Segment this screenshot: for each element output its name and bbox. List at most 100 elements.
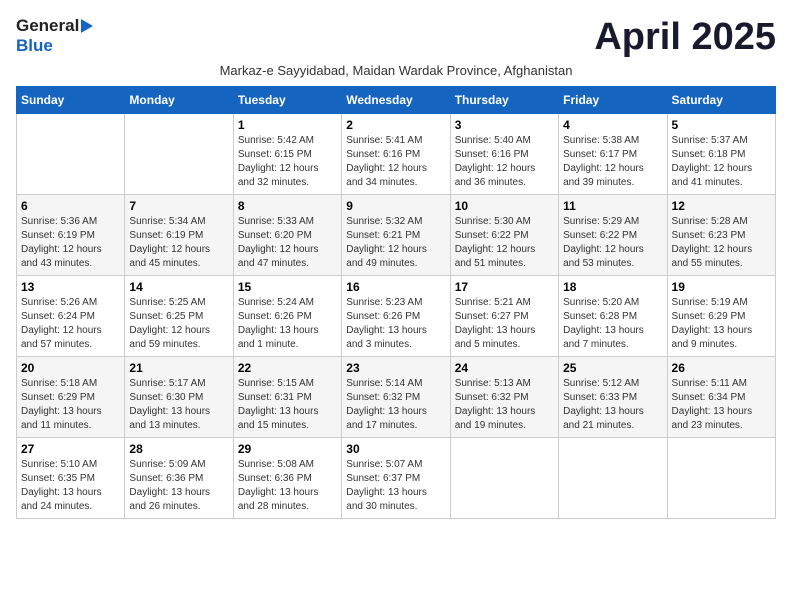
day-info: Sunrise: 5:32 AMSunset: 6:21 PMDaylight:…: [346, 215, 445, 271]
calendar-cell-w4-d1: 21 Sunrise: 5:17 AMSunset: 6:30 PMDayligh…: [125, 357, 233, 438]
header-saturday: Saturday: [667, 87, 775, 114]
day-number: 8: [238, 199, 337, 213]
header: General Blue April 2025: [16, 16, 776, 59]
day-number: 27: [21, 442, 120, 456]
day-info: Sunrise: 5:36 AMSunset: 6:19 PMDaylight:…: [21, 215, 120, 271]
day-number: 22: [238, 361, 337, 375]
day-info: Sunrise: 5:34 AMSunset: 6:19 PMDaylight:…: [129, 215, 228, 271]
day-info: Sunrise: 5:37 AMSunset: 6:18 PMDaylight:…: [672, 134, 771, 190]
day-number: 14: [129, 280, 228, 294]
calendar-cell-w5-d4: [450, 438, 558, 519]
page-container: General Blue April 2025 Markaz-e Sayyida…: [16, 16, 776, 519]
month-title: April 2025: [594, 16, 776, 59]
day-number: 21: [129, 361, 228, 375]
header-tuesday: Tuesday: [233, 87, 341, 114]
logo-general: General: [16, 16, 79, 36]
day-number: 30: [346, 442, 445, 456]
day-info: Sunrise: 5:12 AMSunset: 6:33 PMDaylight:…: [563, 377, 662, 433]
calendar-cell-w4-d2: 22 Sunrise: 5:15 AMSunset: 6:31 PMDayligh…: [233, 357, 341, 438]
calendar-week-3: 13Sunrise: 5:26 AMSunset: 6:24 PMDayligh…: [17, 276, 776, 357]
calendar-week-2: 6 Sunrise: 5:36 AMSunset: 6:19 PMDaylight…: [17, 195, 776, 276]
day-number: 25: [563, 361, 662, 375]
day-info: Sunrise: 5:33 AMSunset: 6:20 PMDaylight:…: [238, 215, 337, 271]
day-info: Sunrise: 5:38 AMSunset: 6:17 PMDaylight:…: [563, 134, 662, 190]
day-info: Sunrise: 5:13 AMSunset: 6:32 PMDaylight:…: [455, 377, 554, 433]
day-info: Sunrise: 5:26 AMSunset: 6:24 PMDaylight:…: [21, 296, 120, 352]
calendar-cell-w3-d3: 16Sunrise: 5:23 AMSunset: 6:26 PMDayligh…: [342, 276, 450, 357]
day-number: 1: [238, 118, 337, 132]
day-info: Sunrise: 5:08 AMSunset: 6:36 PMDaylight:…: [238, 458, 337, 514]
calendar-cell-w2-d3: 9 Sunrise: 5:32 AMSunset: 6:21 PMDaylight…: [342, 195, 450, 276]
calendar-cell-w1-d1: [125, 114, 233, 195]
day-number: 17: [455, 280, 554, 294]
location-subtitle: Markaz-e Sayyidabad, Maidan Wardak Provi…: [16, 63, 776, 78]
day-info: Sunrise: 5:41 AMSunset: 6:16 PMDaylight:…: [346, 134, 445, 190]
day-info: Sunrise: 5:18 AMSunset: 6:29 PMDaylight:…: [21, 377, 120, 433]
calendar-cell-w5-d6: [667, 438, 775, 519]
day-info: Sunrise: 5:20 AMSunset: 6:28 PMDaylight:…: [563, 296, 662, 352]
logo-icon: [81, 19, 93, 33]
calendar-cell-w5-d0: 27 Sunrise: 5:10 AMSunset: 6:35 PMDayligh…: [17, 438, 125, 519]
calendar-cell-w5-d5: [559, 438, 667, 519]
day-info: Sunrise: 5:24 AMSunset: 6:26 PMDaylight:…: [238, 296, 337, 352]
calendar-cell-w4-d4: 24 Sunrise: 5:13 AMSunset: 6:32 PMDayligh…: [450, 357, 558, 438]
calendar-cell-w4-d5: 25 Sunrise: 5:12 AMSunset: 6:33 PMDayligh…: [559, 357, 667, 438]
day-number: 15: [238, 280, 337, 294]
day-number: 20: [21, 361, 120, 375]
header-sunday: Sunday: [17, 87, 125, 114]
calendar-cell-w3-d4: 17 Sunrise: 5:21 AMSunset: 6:27 PMDayligh…: [450, 276, 558, 357]
day-info: Sunrise: 5:42 AMSunset: 6:15 PMDaylight:…: [238, 134, 337, 190]
calendar-cell-w4-d3: 23 Sunrise: 5:14 AMSunset: 6:32 PMDayligh…: [342, 357, 450, 438]
day-number: 23: [346, 361, 445, 375]
day-number: 7: [129, 199, 228, 213]
day-number: 16: [346, 280, 445, 294]
day-number: 2: [346, 118, 445, 132]
day-number: 26: [672, 361, 771, 375]
calendar-cell-w2-d2: 8 Sunrise: 5:33 AMSunset: 6:20 PMDaylight…: [233, 195, 341, 276]
calendar-cell-w2-d6: 12 Sunrise: 5:28 AMSunset: 6:23 PMDayligh…: [667, 195, 775, 276]
calendar-week-4: 20 Sunrise: 5:18 AMSunset: 6:29 PMDayligh…: [17, 357, 776, 438]
calendar-cell-w4-d6: 26Sunrise: 5:11 AMSunset: 6:34 PMDayligh…: [667, 357, 775, 438]
calendar-cell-w3-d5: 18 Sunrise: 5:20 AMSunset: 6:28 PMDayligh…: [559, 276, 667, 357]
calendar-cell-w3-d2: 15 Sunrise: 5:24 AMSunset: 6:26 PMDayligh…: [233, 276, 341, 357]
day-info: Sunrise: 5:15 AMSunset: 6:31 PMDaylight:…: [238, 377, 337, 433]
calendar-cell-w1-d3: 2 Sunrise: 5:41 AMSunset: 6:16 PMDaylight…: [342, 114, 450, 195]
logo-blue: Blue: [16, 36, 53, 55]
day-number: 12: [672, 199, 771, 213]
day-info: Sunrise: 5:40 AMSunset: 6:16 PMDaylight:…: [455, 134, 554, 190]
day-number: 18: [563, 280, 662, 294]
header-thursday: Thursday: [450, 87, 558, 114]
day-number: 29: [238, 442, 337, 456]
day-number: 9: [346, 199, 445, 213]
day-number: 6: [21, 199, 120, 213]
day-number: 24: [455, 361, 554, 375]
calendar-cell-w2-d4: 10Sunrise: 5:30 AMSunset: 6:22 PMDayligh…: [450, 195, 558, 276]
calendar-cell-w1-d2: 1 Sunrise: 5:42 AMSunset: 6:15 PMDaylight…: [233, 114, 341, 195]
calendar-table: Sunday Monday Tuesday Wednesday Thursday…: [16, 86, 776, 519]
day-info: Sunrise: 5:29 AMSunset: 6:22 PMDaylight:…: [563, 215, 662, 271]
calendar-cell-w1-d6: 5 Sunrise: 5:37 AMSunset: 6:18 PMDaylight…: [667, 114, 775, 195]
calendar-cell-w1-d0: [17, 114, 125, 195]
calendar-cell-w3-d1: 14 Sunrise: 5:25 AMSunset: 6:25 PMDayligh…: [125, 276, 233, 357]
header-friday: Friday: [559, 87, 667, 114]
day-info: Sunrise: 5:21 AMSunset: 6:27 PMDaylight:…: [455, 296, 554, 352]
day-info: Sunrise: 5:14 AMSunset: 6:32 PMDaylight:…: [346, 377, 445, 433]
calendar-cell-w4-d0: 20 Sunrise: 5:18 AMSunset: 6:29 PMDayligh…: [17, 357, 125, 438]
calendar-cell-w5-d2: 29 Sunrise: 5:08 AMSunset: 6:36 PMDayligh…: [233, 438, 341, 519]
calendar-cell-w2-d1: 7 Sunrise: 5:34 AMSunset: 6:19 PMDaylight…: [125, 195, 233, 276]
day-info: Sunrise: 5:07 AMSunset: 6:37 PMDaylight:…: [346, 458, 445, 514]
day-info: Sunrise: 5:17 AMSunset: 6:30 PMDaylight:…: [129, 377, 228, 433]
day-number: 5: [672, 118, 771, 132]
day-number: 28: [129, 442, 228, 456]
day-info: Sunrise: 5:19 AMSunset: 6:29 PMDaylight:…: [672, 296, 771, 352]
calendar-cell-w5-d1: 28Sunrise: 5:09 AMSunset: 6:36 PMDayligh…: [125, 438, 233, 519]
calendar-cell-w3-d0: 13Sunrise: 5:26 AMSunset: 6:24 PMDayligh…: [17, 276, 125, 357]
calendar-cell-w3-d6: 19 Sunrise: 5:19 AMSunset: 6:29 PMDayligh…: [667, 276, 775, 357]
logo: General Blue: [16, 16, 93, 56]
calendar-cell-w2-d0: 6 Sunrise: 5:36 AMSunset: 6:19 PMDaylight…: [17, 195, 125, 276]
day-info: Sunrise: 5:28 AMSunset: 6:23 PMDaylight:…: [672, 215, 771, 271]
header-wednesday: Wednesday: [342, 87, 450, 114]
day-info: Sunrise: 5:25 AMSunset: 6:25 PMDaylight:…: [129, 296, 228, 352]
day-info: Sunrise: 5:10 AMSunset: 6:35 PMDaylight:…: [21, 458, 120, 514]
day-number: 19: [672, 280, 771, 294]
